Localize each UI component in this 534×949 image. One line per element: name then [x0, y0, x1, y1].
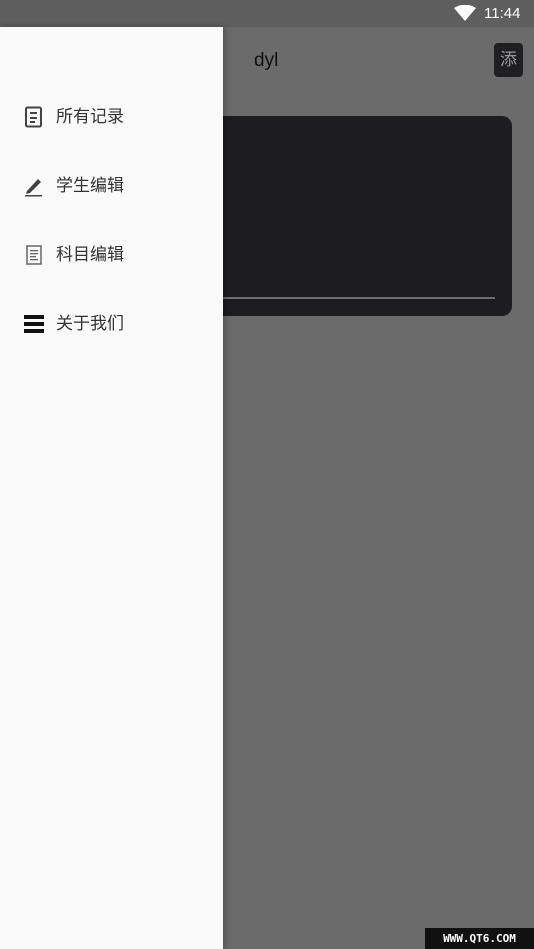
records-icon [25, 106, 42, 128]
drawer-item-about-us[interactable]: 关于我们 [0, 294, 223, 354]
card-divider [200, 297, 495, 299]
add-button[interactable]: 添 [494, 43, 523, 77]
document-icon [26, 245, 42, 265]
drawer-item-all-records[interactable]: 所有记录 [0, 87, 223, 147]
drawer-item-subject-edit[interactable]: 科目编辑 [0, 225, 223, 285]
menu-icon [24, 315, 44, 333]
status-bar: 11:44 [0, 0, 534, 27]
drawer-item-label: 学生编辑 [56, 176, 124, 196]
drawer-item-student-edit[interactable]: 学生编辑 [0, 156, 223, 216]
pencil-icon [25, 179, 42, 197]
drawer-item-label: 科目编辑 [56, 245, 124, 265]
navigation-drawer: 所有记录 学生编辑 科目编辑 关于我们 [0, 27, 223, 949]
page-title: dyl [254, 50, 279, 71]
status-time: 11:44 [484, 5, 521, 22]
content-card [200, 116, 512, 316]
wifi-icon [454, 5, 476, 21]
drawer-item-label: 所有记录 [56, 107, 124, 127]
drawer-item-label: 关于我们 [56, 314, 124, 334]
watermark: WWW.QT6.COM [425, 928, 534, 949]
